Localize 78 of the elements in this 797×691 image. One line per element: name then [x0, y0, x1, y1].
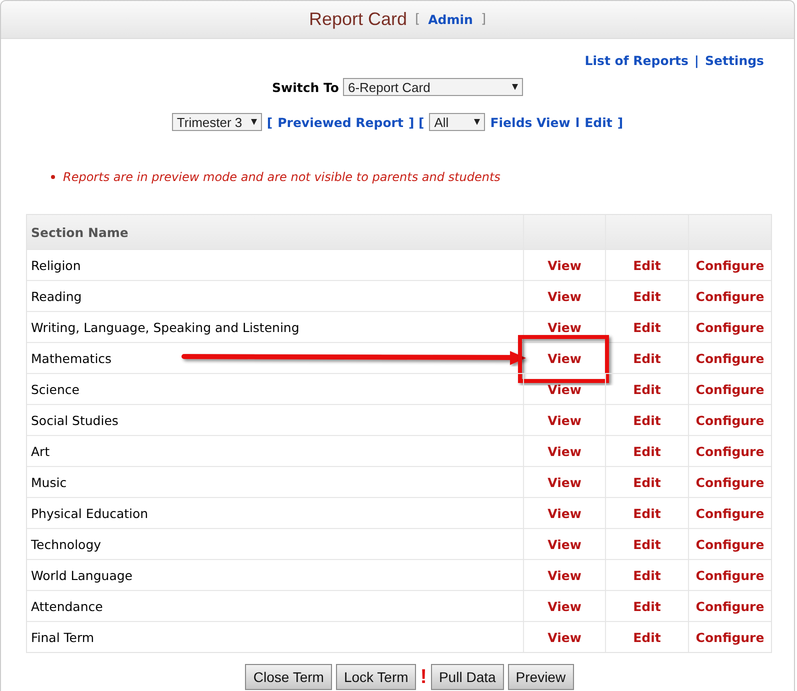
bracket-text: [ [415, 12, 420, 27]
view-link[interactable]: View [548, 350, 582, 366]
section-name: Science [31, 382, 80, 396]
bracket-text: [ [266, 114, 273, 130]
edit-link[interactable]: Edit [633, 506, 661, 520]
edit-link[interactable]: Edit [633, 350, 661, 366]
section-name: Art [31, 444, 50, 458]
bracket-text: ] [ [408, 114, 424, 130]
action-button[interactable]: Pull Data [430, 664, 504, 690]
action-button[interactable]: Close Term [245, 664, 332, 690]
configure-link[interactable]: Configure [696, 258, 764, 272]
filter-link[interactable]: Edit [584, 114, 612, 130]
filter-link[interactable]: Fields View [490, 114, 570, 130]
bullet-icon [51, 175, 55, 179]
view-link[interactable]: View [548, 382, 582, 396]
warning-mark: ! [420, 666, 427, 688]
section-name: Social Studies [31, 412, 118, 428]
configure-link[interactable]: Configure [696, 288, 764, 304]
edit-link[interactable]: Edit [633, 630, 661, 644]
edit-link[interactable]: Edit [633, 568, 661, 582]
column-header: Section Name [31, 224, 128, 240]
configure-link[interactable]: Configure [696, 474, 764, 490]
section-name: Writing, Language, Speaking and Listening [31, 320, 300, 334]
section-name: Mathematics [31, 350, 112, 366]
configure-link[interactable]: Configure [696, 536, 764, 552]
action-button[interactable]: Preview [508, 664, 574, 690]
view-link[interactable]: View [548, 630, 582, 644]
view-link[interactable]: View [548, 536, 582, 552]
bracket-text: ] [480, 12, 486, 27]
view-link[interactable]: View [548, 568, 582, 582]
section-name: Final Term [31, 630, 94, 644]
switch-label: Switch To [272, 80, 339, 94]
configure-link[interactable]: Configure [696, 506, 764, 520]
edit-link[interactable]: Edit [633, 382, 661, 396]
notice-text: Reports are in preview mode and are not visible to parents and students [63, 170, 500, 184]
view-link[interactable]: View [548, 412, 582, 428]
view-link[interactable]: View [548, 506, 582, 520]
configure-link[interactable]: Configure [696, 350, 764, 366]
nav-link[interactable]: List of Reports [584, 52, 688, 68]
edit-link[interactable]: Edit [633, 412, 661, 428]
bracket-text: ] [617, 114, 624, 130]
edit-link[interactable]: Edit [633, 474, 661, 490]
filter-dropdown[interactable]: All [429, 113, 486, 131]
filter-link[interactable]: Previewed Report [278, 114, 404, 130]
edit-link[interactable]: Edit [633, 288, 661, 304]
edit-link[interactable]: Edit [633, 444, 661, 458]
configure-link[interactable]: Configure [696, 568, 764, 582]
view-link[interactable]: View [548, 320, 582, 334]
admin-link[interactable]: Admin [428, 12, 473, 27]
edit-link[interactable]: Edit [633, 258, 661, 272]
view-link[interactable]: View [548, 474, 582, 490]
section-name: Reading [31, 288, 82, 304]
view-link[interactable]: View [548, 598, 582, 614]
configure-link[interactable]: Configure [696, 598, 764, 614]
configure-link[interactable]: Configure [696, 444, 764, 458]
edit-link[interactable]: Edit [633, 598, 661, 614]
separator-text: | [694, 52, 699, 68]
page-title: Report Card [308, 9, 408, 30]
view-link[interactable]: View [548, 288, 582, 304]
filter-dropdown[interactable]: Trimester 3 [172, 113, 262, 131]
configure-link[interactable]: Configure [696, 382, 764, 396]
bracket-text: l [575, 114, 580, 130]
section-name: Music [31, 474, 67, 490]
section-name: Physical Education [31, 506, 148, 520]
report-dropdown[interactable]: 6-Report Card [342, 78, 523, 96]
section-name: Religion [31, 258, 81, 272]
action-button[interactable]: Lock Term [336, 664, 416, 690]
view-link[interactable]: View [548, 444, 582, 458]
section-name: Attendance [31, 598, 103, 614]
view-link[interactable]: View [548, 258, 582, 272]
edit-link[interactable]: Edit [633, 536, 661, 552]
configure-link[interactable]: Configure [696, 412, 764, 428]
configure-link[interactable]: Configure [696, 630, 764, 644]
section-name: World Language [31, 568, 132, 582]
edit-link[interactable]: Edit [633, 320, 661, 334]
nav-link[interactable]: Settings [704, 52, 764, 68]
section-name: Technology [31, 536, 102, 552]
configure-link[interactable]: Configure [696, 320, 764, 334]
